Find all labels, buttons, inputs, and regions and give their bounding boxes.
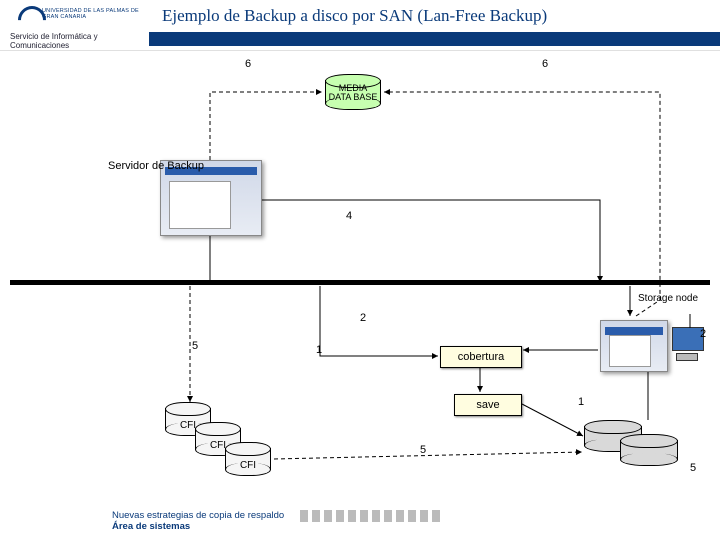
slide-title: Ejemplo de Backup a disco por SAN (Lan-F… [152,0,720,36]
diagram-canvas: MEDIA DATA BASE Servidor de Backup Stora… [0,50,720,510]
step-1-right: 1 [578,396,584,408]
department-name: Servicio de Informática y Comunicaciones [10,32,148,50]
media-database-label: MEDIA DATA BASE [325,84,381,103]
storage-node-screenshot-icon [600,320,668,372]
step-5-mid: 5 [420,444,426,456]
storage-node-label: Storage node [638,293,698,304]
footer-pattern-icon [300,510,440,522]
save-label: save [476,399,499,411]
san-bus-bar [10,280,710,285]
footer: Nuevas estrategias de copia de respaldo … [0,510,720,538]
cfi-label-3: CFI [225,454,271,476]
footer-text: Nuevas estrategias de copia de respaldo … [112,510,284,533]
media-database-cylinder: MEDIA DATA BASE [325,74,381,110]
university-logo: UNIVERSIDAD DE LAS PALMAS DE GRAN CANARI… [8,4,148,46]
step-6-right: 6 [542,58,548,70]
step-1-left: 1 [316,344,322,356]
university-name: UNIVERSIDAD DE LAS PALMAS DE GRAN CANARI… [42,8,148,20]
storage-node-monitor-icon [672,327,702,361]
footer-line1: Nuevas estrategias de copia de respaldo [112,510,284,521]
step-4: 4 [346,210,352,222]
cobertura-box: cobertura [440,346,522,368]
cobertura-label: cobertura [458,351,504,363]
step-2: 2 [360,312,366,324]
footer-line2: Área de sistemas [112,521,190,532]
step-5-left: 5 [192,340,198,352]
cfi-cylinder-3: CFI [225,442,271,476]
save-box: save [454,394,522,416]
step-6-left: 6 [245,58,251,70]
storage-disk-2 [620,434,678,466]
step-2-right: 2 [700,328,706,340]
title-underline [149,32,720,46]
step-5-right: 5 [690,462,696,474]
backup-server-label: Servidor de Backup [108,160,204,172]
header-bar: UNIVERSIDAD DE LAS PALMAS DE GRAN CANARI… [0,0,720,51]
